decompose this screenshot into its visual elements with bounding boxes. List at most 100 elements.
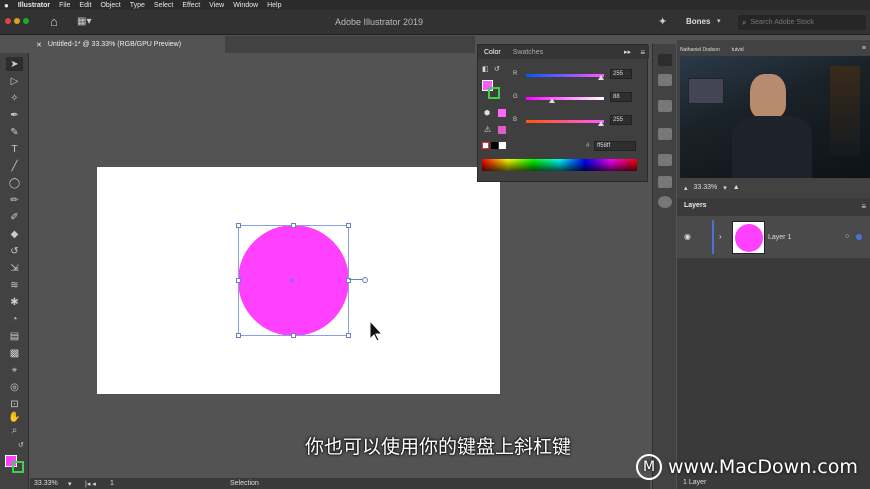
puppet-warp-tool-icon[interactable]: ✱ bbox=[6, 295, 23, 309]
visibility-eye-icon[interactable]: ◉ bbox=[684, 232, 691, 241]
hex-value-field[interactable]: ff58ff bbox=[594, 141, 636, 151]
layer-name[interactable]: Layer 1 bbox=[768, 234, 791, 241]
layer-row[interactable]: ◉ › Layer 1 ○ bbox=[677, 216, 870, 258]
panel-menu-icon[interactable]: ≡ bbox=[861, 202, 866, 211]
web-safe-swatch[interactable] bbox=[498, 109, 506, 117]
layers-title[interactable]: Layers bbox=[684, 202, 707, 209]
menu-window[interactable]: Window bbox=[233, 2, 258, 9]
artboard-nav-icon[interactable]: |◂ ◂ bbox=[85, 480, 96, 488]
panel-menu-icon[interactable]: ≡ bbox=[640, 48, 645, 57]
b-slider[interactable] bbox=[526, 120, 604, 123]
menu-file[interactable]: File bbox=[59, 2, 70, 9]
status-tool-label[interactable]: Selection bbox=[230, 480, 259, 487]
menu-effect[interactable]: Effect bbox=[182, 2, 200, 9]
curvature-tool-icon[interactable]: ✎ bbox=[6, 125, 23, 139]
pie-widget-handle[interactable] bbox=[349, 279, 363, 280]
stroke-color-swatch[interactable] bbox=[488, 87, 500, 99]
selection-tool-icon[interactable]: ➤ bbox=[6, 57, 23, 71]
default-colors-icon[interactable]: ◧ bbox=[482, 65, 489, 73]
shape-builder-tool-icon[interactable]: ◔ bbox=[6, 312, 23, 326]
resize-handle[interactable] bbox=[291, 223, 296, 228]
pie-widget-knob[interactable] bbox=[362, 277, 368, 283]
mesh-tool-icon[interactable]: ▩ bbox=[6, 346, 23, 360]
color-spectrum-bar[interactable] bbox=[482, 159, 637, 171]
none-color-button[interactable] bbox=[482, 142, 489, 149]
gamut-swatch[interactable] bbox=[498, 126, 506, 134]
b-value-field[interactable]: 255 bbox=[610, 115, 632, 125]
direct-selection-tool-icon[interactable]: ▷ bbox=[6, 74, 23, 88]
zoom-window-button[interactable] bbox=[23, 18, 29, 24]
home-icon[interactable]: ⌂ bbox=[50, 14, 58, 29]
webcam-zoom-value[interactable]: 33.33% bbox=[694, 184, 718, 191]
transform-icon[interactable] bbox=[658, 176, 672, 188]
black-color-button[interactable] bbox=[491, 142, 498, 149]
artboard-tool-icon[interactable]: ⊡ bbox=[6, 397, 23, 411]
eraser-tool-icon[interactable]: ◆ bbox=[6, 227, 23, 241]
r-value-field[interactable]: 255 bbox=[610, 69, 632, 79]
ellipse-tool-icon[interactable]: ◯ bbox=[6, 176, 23, 190]
close-tab-icon[interactable]: ✕ bbox=[36, 41, 42, 49]
warp-tool-icon[interactable]: ≋ bbox=[6, 278, 23, 292]
chevron-down-icon[interactable]: ▾ bbox=[717, 17, 721, 25]
out-of-gamut-warning-icon[interactable]: ⚠ bbox=[484, 125, 491, 134]
swap-fill-stroke-icon[interactable]: ↺ bbox=[18, 441, 24, 449]
lightbulb-icon[interactable]: ✦ bbox=[658, 15, 667, 28]
target-icon[interactable]: ○ bbox=[845, 233, 849, 240]
tab-document[interactable]: ✕ Untitled-1* @ 33.33% (RGB/GPU Preview) bbox=[30, 36, 225, 53]
menu-view[interactable]: View bbox=[209, 2, 224, 9]
close-window-button[interactable] bbox=[5, 18, 11, 24]
swap-colors-icon[interactable]: ↺ bbox=[494, 65, 500, 73]
transparency-icon[interactable] bbox=[658, 100, 672, 112]
align-icon[interactable] bbox=[658, 154, 672, 166]
scale-tool-icon[interactable]: ⇲ bbox=[6, 261, 23, 275]
tab-color[interactable]: Color bbox=[484, 49, 501, 56]
eyedropper-tool-icon[interactable]: ⌖ bbox=[6, 363, 23, 377]
mountain-small-icon[interactable]: ▴ bbox=[684, 184, 688, 192]
workspace-switcher[interactable]: Bones bbox=[686, 17, 710, 26]
paintbrush-tool-icon[interactable]: ✏ bbox=[6, 193, 23, 207]
menu-object[interactable]: Object bbox=[100, 2, 120, 9]
tab-swatches[interactable]: Swatches bbox=[513, 49, 543, 56]
resize-handle[interactable] bbox=[236, 278, 241, 283]
minimize-window-button[interactable] bbox=[14, 18, 20, 24]
app-name-menu[interactable]: Illustrator bbox=[18, 2, 50, 9]
chevron-down-icon[interactable]: ▾ bbox=[68, 480, 72, 488]
resize-handle[interactable] bbox=[346, 333, 351, 338]
stroke-swatch[interactable] bbox=[12, 461, 24, 473]
color-guide-icon[interactable] bbox=[658, 74, 672, 86]
selection-indicator[interactable] bbox=[856, 234, 862, 240]
line-tool-icon[interactable]: ╱ bbox=[6, 159, 23, 173]
shaper-tool-icon[interactable]: ✐ bbox=[6, 210, 23, 224]
rotate-tool-icon[interactable]: ↺ bbox=[6, 244, 23, 258]
appearance-icon[interactable] bbox=[658, 128, 672, 140]
arrange-documents-icon[interactable]: ▦▾ bbox=[77, 16, 91, 27]
r-slider-thumb[interactable] bbox=[598, 75, 604, 80]
zoom-slider[interactable]: ▾ bbox=[723, 184, 727, 192]
out-of-web-color-icon[interactable]: ⬢ bbox=[484, 109, 490, 117]
color-panel-icon[interactable] bbox=[658, 54, 672, 66]
b-slider-thumb[interactable] bbox=[598, 121, 604, 126]
resize-handle[interactable] bbox=[236, 333, 241, 338]
mountain-large-icon[interactable]: ▲ bbox=[733, 184, 740, 191]
menu-edit[interactable]: Edit bbox=[79, 2, 91, 9]
type-tool-icon[interactable]: T bbox=[6, 142, 23, 156]
pen-tool-icon[interactable]: ✒ bbox=[6, 108, 23, 122]
gradient-tool-icon[interactable]: ▤ bbox=[6, 329, 23, 343]
hand-tool-icon[interactable]: ✋ bbox=[6, 410, 23, 424]
menu-select[interactable]: Select bbox=[154, 2, 173, 9]
stock-search-box[interactable]: ⌕ Search Adobe Stock bbox=[738, 15, 866, 30]
zoom-tool-icon[interactable]: ⌕ bbox=[6, 423, 23, 437]
resize-handle[interactable] bbox=[236, 223, 241, 228]
resize-handle[interactable] bbox=[291, 333, 296, 338]
resize-handle[interactable] bbox=[346, 223, 351, 228]
g-value-field[interactable]: 88 bbox=[610, 92, 632, 102]
g-slider[interactable] bbox=[526, 97, 604, 100]
g-slider-thumb[interactable] bbox=[549, 98, 555, 103]
pathfinder-icon[interactable] bbox=[658, 196, 672, 208]
menu-help[interactable]: Help bbox=[267, 2, 281, 9]
blend-tool-icon[interactable]: ◎ bbox=[6, 380, 23, 394]
magic-wand-tool-icon[interactable]: ✧ bbox=[6, 91, 23, 105]
panel-menu-icon[interactable]: ≡ bbox=[862, 45, 866, 52]
menu-type[interactable]: Type bbox=[130, 2, 145, 9]
artboard-number-field[interactable]: 1 bbox=[110, 480, 114, 487]
